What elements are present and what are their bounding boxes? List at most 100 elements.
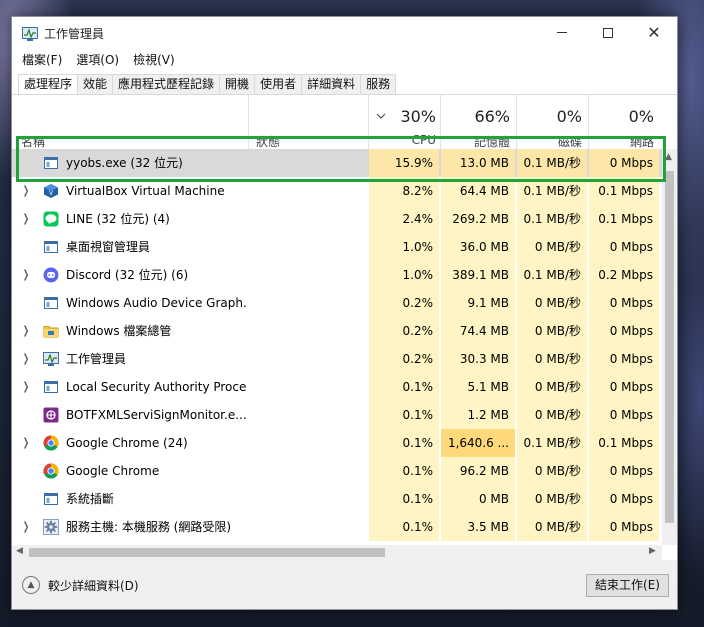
app-window-icon <box>43 239 59 255</box>
scroll-left-icon[interactable]: ◀ <box>16 546 23 556</box>
process-name: Windows Audio Device Graph... <box>66 296 246 310</box>
chevron-up-icon: ▲ <box>22 576 40 594</box>
process-name: LINE (32 位元) (4) <box>66 212 170 226</box>
vertical-scroll-thumb[interactable] <box>665 171 674 523</box>
close-button[interactable]: ✕ <box>631 17 677 48</box>
memory-value: 74.4 MB <box>459 324 509 338</box>
app-window-icon <box>43 379 59 395</box>
tab-services[interactable]: 服務 <box>361 74 397 95</box>
app-window-icon <box>43 295 59 311</box>
disk-value: 0 MB/秒 <box>534 520 581 534</box>
chrome-icon <box>43 463 59 479</box>
memory-value: 5.1 MB <box>467 380 509 394</box>
network-value: 0 Mbps <box>609 324 653 338</box>
gear-icon <box>43 519 59 535</box>
cpu-value: 0.2% <box>402 296 434 310</box>
tab-performance[interactable]: 效能 <box>78 74 114 95</box>
tab-details[interactable]: 詳細資料 <box>302 74 362 95</box>
cpu-value: 0.1% <box>402 520 434 534</box>
process-row[interactable]: ❯ Google Chrome (24) 0.1% 1,640.6 ... 0.1 MB… <box>12 429 662 457</box>
process-row[interactable]: ❯ Local Security Authority Proce... 0.1% 5.… <box>12 373 662 401</box>
network-value: 0 Mbps <box>609 408 653 422</box>
highlight-box <box>16 136 666 182</box>
expand-chevron-icon[interactable]: ❯ <box>23 261 31 289</box>
process-name: Google Chrome <box>66 464 160 478</box>
tab-startup[interactable]: 開機 <box>220 74 256 95</box>
title-bar: 工作管理員 ✕ <box>12 17 677 48</box>
footer: ▲ 較少詳細資料(D) 結束工作(E) <box>12 560 677 609</box>
process-name: Google Chrome (24) <box>66 436 188 450</box>
memory-value: 1.2 MB <box>467 408 509 422</box>
process-row[interactable]: 系統插斷 0.1% 0 MB 0 MB/秒 0 Mbps <box>12 485 662 513</box>
expand-chevron-icon[interactable]: ❯ <box>23 345 31 373</box>
column-disk-percent[interactable]: 0% <box>520 107 582 126</box>
tab-app-history[interactable]: 應用程式歷程記錄 <box>113 74 221 95</box>
network-value: 0.2 Mbps <box>598 268 653 282</box>
minimize-button[interactable] <box>539 17 585 48</box>
scroll-up-icon[interactable]: ▲ <box>665 152 672 162</box>
tab-strip: 處理程序 效能 應用程式歷程記錄 開機 使用者 詳細資料 服務 <box>18 74 397 96</box>
menu-view[interactable]: 檢視(V) <box>126 50 182 70</box>
app-window-icon <box>43 491 59 507</box>
process-row[interactable]: ❯ Discord (32 位元) (6) 1.0% 389.1 MB 0.1 MB/秒… <box>12 261 662 289</box>
cpu-value: 1.0% <box>402 268 434 282</box>
menu-options[interactable]: 選項(O) <box>69 50 126 70</box>
process-row[interactable]: ❯ 工作管理員 0.2% 30.3 MB 0 MB/秒 0 Mbps <box>12 345 662 373</box>
process-name: 工作管理員 <box>66 352 127 366</box>
task-manager-window: 工作管理員 ✕ 檔案(F) 選項(O) 檢視(V) 處理程序 效能 應用程式歷程… <box>11 16 678 610</box>
column-network-percent[interactable]: 0% <box>592 107 654 126</box>
expand-chevron-icon[interactable]: ❯ <box>23 429 31 457</box>
memory-value: 9.1 MB <box>467 296 509 310</box>
disk-value: 0 MB/秒 <box>534 492 581 506</box>
disk-value: 0 MB/秒 <box>534 352 581 366</box>
expand-chevron-icon[interactable]: ❯ <box>23 317 31 345</box>
memory-value: 0 MB <box>478 492 509 506</box>
close-icon: ✕ <box>647 23 661 42</box>
menu-file[interactable]: 檔案(F) <box>12 50 69 70</box>
scroll-right-icon[interactable]: ▶ <box>649 546 656 556</box>
folder-icon <box>43 323 59 339</box>
disk-value: 0 MB/秒 <box>534 380 581 394</box>
memory-value: 1,640.6 ... <box>441 429 515 457</box>
network-value: 0.1 Mbps <box>598 436 653 450</box>
cpu-value: 0.1% <box>402 492 434 506</box>
horizontal-scrollbar[interactable]: ◀ ▶ <box>12 545 662 560</box>
process-row[interactable]: ❯ Windows 檔案總管 0.2% 74.4 MB 0 MB/秒 0 Mbps <box>12 317 662 345</box>
maximize-button[interactable] <box>585 17 631 48</box>
expand-chevron-icon[interactable]: ❯ <box>23 373 31 401</box>
process-name: Discord (32 位元) (6) <box>66 268 189 282</box>
process-row[interactable]: 桌面視窗管理員 1.0% 36.0 MB 0 MB/秒 0 Mbps <box>12 233 662 261</box>
process-name: 桌面視窗管理員 <box>66 240 151 254</box>
process-name: Windows 檔案總管 <box>66 324 172 338</box>
process-row[interactable]: Google Chrome 0.1% 96.2 MB 0 MB/秒 0 Mbps <box>12 457 662 485</box>
cpu-value: 1.0% <box>402 240 434 254</box>
expand-chevron-icon[interactable]: ❯ <box>23 205 31 233</box>
disk-value: 0 MB/秒 <box>534 408 581 422</box>
expand-chevron-icon[interactable]: ❯ <box>23 513 31 541</box>
fewer-details-button[interactable]: ▲ 較少詳細資料(D) <box>22 576 139 594</box>
memory-value: 30.3 MB <box>459 352 509 366</box>
minimize-icon <box>557 32 567 33</box>
process-name: Local Security Authority Proce... <box>66 380 246 394</box>
column-memory-percent[interactable]: 66% <box>444 107 510 126</box>
disk-value: 0 MB/秒 <box>534 324 581 338</box>
memory-value: 269.2 MB <box>452 212 509 226</box>
memory-value: 3.5 MB <box>467 520 509 534</box>
process-row[interactable]: ❯ LINE (32 位元) (4) 2.4% 269.2 MB 0.1 MB/秒 0.1… <box>12 205 662 233</box>
horizontal-scroll-thumb[interactable] <box>29 548 385 557</box>
end-task-button[interactable]: 結束工作(E) <box>586 574 669 597</box>
vertical-scrollbar[interactable]: ▲ <box>662 149 677 545</box>
process-row[interactable]: ❯ 服務主機: 本機服務 (網路受限) 0.1% 3.5 MB 0 MB/秒 0 Mbps <box>12 513 662 541</box>
disk-value: 0 MB/秒 <box>534 296 581 310</box>
cpu-value: 0.1% <box>402 380 434 394</box>
cpu-value: 0.1% <box>402 436 434 450</box>
signmonitor-icon <box>43 407 59 423</box>
process-row[interactable]: Windows Audio Device Graph... 0.2% 9.1 MB 0… <box>12 289 662 317</box>
disk-value: 0 MB/秒 <box>534 240 581 254</box>
process-row[interactable]: BOTFXMLServiSignMonitor.e... 0.1% 1.2 MB 0 … <box>12 401 662 429</box>
column-cpu-percent[interactable]: 30% <box>372 107 436 126</box>
menu-bar: 檔案(F) 選項(O) 檢視(V) <box>12 50 182 70</box>
window-title: 工作管理員 <box>44 27 105 41</box>
tab-users[interactable]: 使用者 <box>255 74 303 95</box>
tab-processes[interactable]: 處理程序 <box>18 74 79 96</box>
